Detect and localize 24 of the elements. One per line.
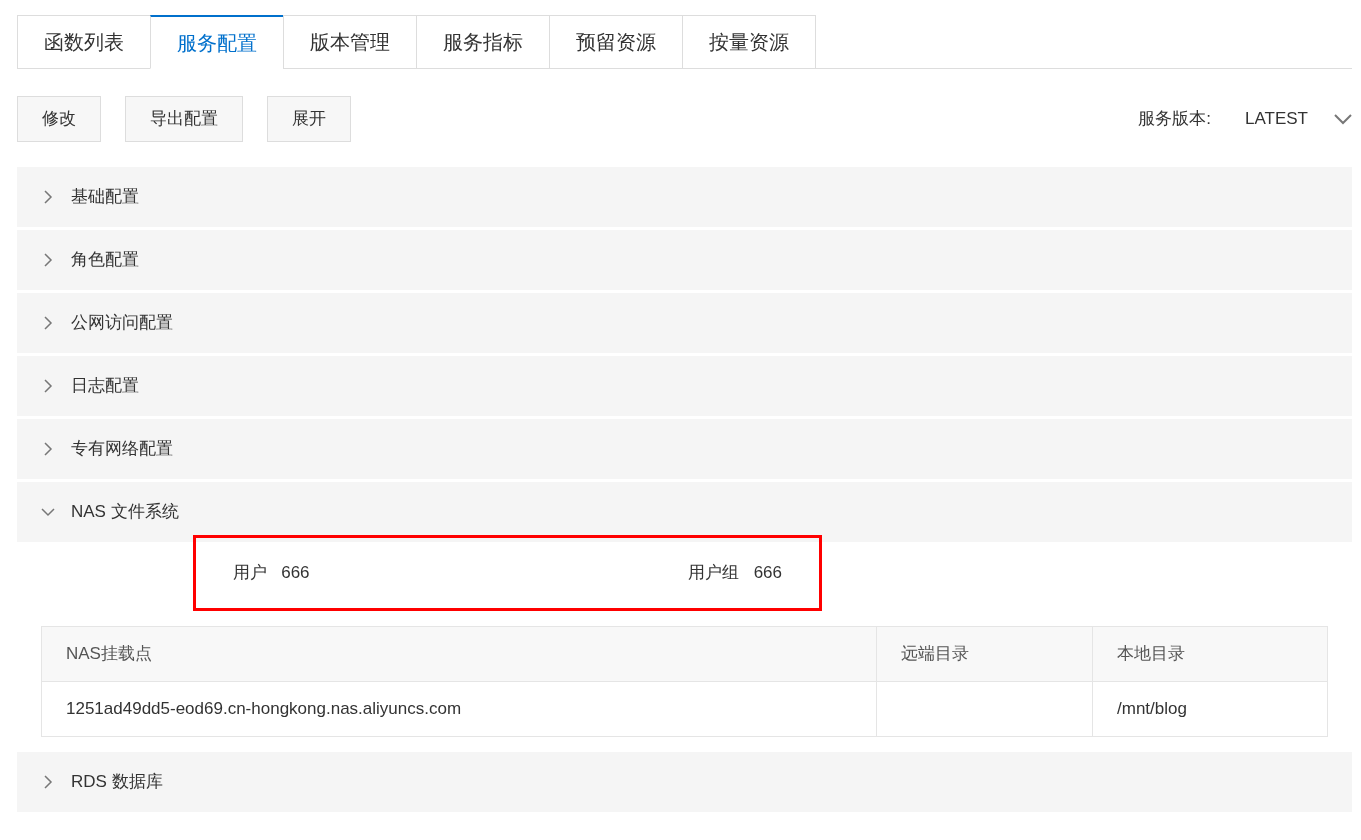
- toolbar-button[interactable]: 展开: [267, 96, 351, 142]
- tab[interactable]: 版本管理: [283, 15, 417, 69]
- accordion-header[interactable]: RDS 数据库: [17, 752, 1352, 812]
- column-header: 本地目录: [1092, 627, 1328, 681]
- accordion-header[interactable]: 公网访问配置: [17, 293, 1352, 353]
- accordion-header[interactable]: 角色配置: [17, 230, 1352, 290]
- toolbar-button[interactable]: 修改: [17, 96, 101, 142]
- tab[interactable]: 服务配置: [150, 15, 284, 69]
- table-cell: /mnt/blog: [1092, 682, 1328, 736]
- accordion-header[interactable]: NAS 文件系统: [17, 482, 1352, 542]
- column-header: 远端目录: [876, 627, 1092, 681]
- accordion-header[interactable]: 基础配置: [17, 167, 1352, 227]
- column-header: NAS挂载点: [65, 643, 153, 666]
- accordion-header[interactable]: 专有网络配置: [17, 419, 1352, 479]
- chevron-down-icon: [1334, 113, 1352, 125]
- table-cell-text: 1251ad49dd5-eod69.cn-hongkong.nas.aliyuncs.com: [65, 698, 463, 721]
- group-field: 用户组 666: [688, 560, 782, 586]
- user-field: 用户 666: [233, 560, 310, 586]
- version-select[interactable]: LATEST: [1245, 106, 1352, 132]
- accordion-header[interactable]: 日志配置: [17, 356, 1352, 416]
- tab[interactable]: 函数列表: [17, 15, 151, 69]
- tab[interactable]: 按量资源: [682, 15, 816, 69]
- toolbar-button[interactable]: 导出配置: [125, 96, 243, 142]
- version-label: 服务版本:: [1138, 108, 1211, 131]
